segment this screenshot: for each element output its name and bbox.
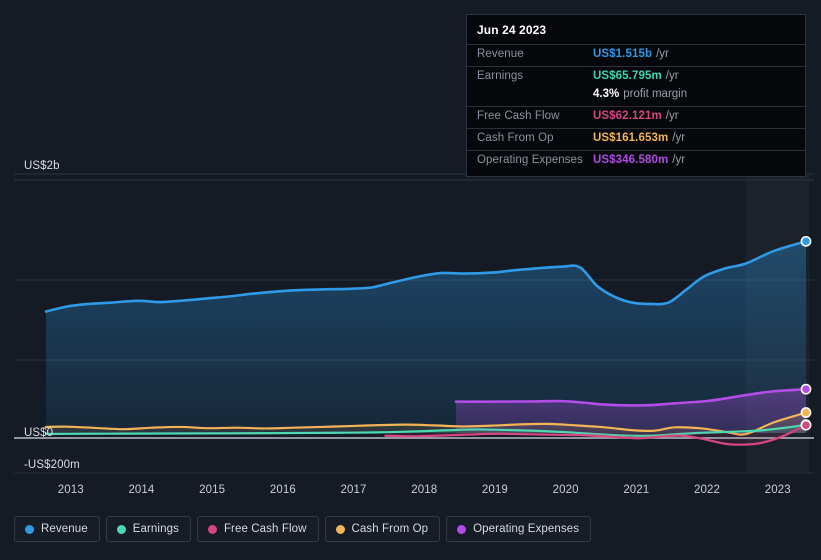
- financial-chart-page: US$2b US$0 -US$200m 2013 2014 2015 2016 2017…: [0, 0, 821, 560]
- tooltip-label-revenue: Revenue: [477, 48, 524, 60]
- x-axis-tick-2018: 2018: [411, 484, 438, 496]
- chart-legend: Revenue Earnings Free Cash Flow Cash From O…: [14, 516, 592, 542]
- legend-item-label: Earnings: [132, 523, 179, 535]
- x-axis-tick-2019: 2019: [481, 484, 508, 496]
- y-axis-label-bottom: -US$200m: [24, 459, 80, 471]
- tooltip-row-operating-expenses: Operating Expenses US$346.580m /yr: [467, 150, 805, 172]
- x-axis-tick-2020: 2020: [552, 484, 579, 496]
- tooltip-row-revenue: Revenue US$1.515b /yr: [467, 44, 805, 66]
- data-tooltip: Jun 24 2023 Revenue US$1.515b /yr Earnin…: [466, 14, 806, 177]
- legend-item-revenue[interactable]: Revenue: [14, 516, 100, 542]
- tooltip-row-cash-from-op: Cash From Op US$161.653m /yr: [467, 128, 805, 150]
- x-axis-tick-2014: 2014: [128, 484, 155, 496]
- series-endpoint-marker[interactable]: [800, 383, 812, 395]
- y-axis-label-top: US$2b: [24, 160, 60, 172]
- tooltip-row-free-cash-flow: Free Cash Flow US$62.121m /yr: [467, 106, 805, 128]
- tooltip-value-cash-from-op: US$161.653m: [593, 132, 669, 144]
- series-endpoint-marker[interactable]: [800, 407, 812, 418]
- legend-item-earnings[interactable]: Earnings: [105, 516, 191, 542]
- tooltip-value-free-cash-flow: US$62.121m: [593, 110, 662, 122]
- tooltip-value-operating-expenses: US$346.580m: [593, 154, 669, 166]
- tooltip-unit-free-cash-flow: /yr: [665, 110, 679, 122]
- tooltip-label-free-cash-flow: Free Cash Flow: [477, 110, 560, 122]
- x-axis-tick-2016: 2016: [269, 484, 296, 496]
- tooltip-label-earnings: Earnings: [477, 70, 524, 82]
- series-endpoint-marker[interactable]: [800, 235, 812, 247]
- legend-item-label: Revenue: [41, 523, 88, 535]
- tooltip-label-operating-expenses: Operating Expenses: [477, 154, 584, 166]
- legend-item-label: Operating Expenses: [473, 523, 580, 535]
- legend-color-swatch-icon: [116, 524, 126, 534]
- legend-color-swatch-icon: [207, 524, 217, 534]
- legend-item-free-cash-flow[interactable]: Free Cash Flow: [196, 516, 319, 542]
- tooltip-unit-operating-expenses: /yr: [672, 154, 686, 166]
- tooltip-label-profit-margin: profit margin: [623, 88, 688, 100]
- tooltip-value-profit-margin: 4.3%: [593, 88, 620, 100]
- legend-item-cash-from-op[interactable]: Cash From Op: [324, 516, 441, 542]
- legend-color-swatch-icon: [335, 524, 345, 534]
- legend-item-label: Cash From Op: [351, 523, 429, 535]
- legend-color-swatch-icon: [25, 524, 34, 534]
- legend-color-swatch-icon: [457, 524, 467, 534]
- legend-item-operating-expenses[interactable]: Operating Expenses: [446, 516, 592, 542]
- tooltip-unit-revenue: /yr: [656, 48, 669, 60]
- x-axis-tick-2022: 2022: [694, 484, 720, 496]
- tooltip-row-earnings: Earnings US$65.795m /yr: [467, 66, 805, 88]
- y-axis-label-zero: US$0: [24, 427, 54, 439]
- tooltip-row-profit-margin: 4.3% profit margin: [467, 88, 805, 106]
- x-axis-tick-2015: 2015: [199, 484, 226, 496]
- tooltip-unit-earnings: /yr: [665, 70, 679, 82]
- tooltip-unit-cash-from-op: /yr: [672, 132, 686, 144]
- x-axis-tick-2013: 2013: [57, 484, 84, 496]
- x-axis-tick-2021: 2021: [623, 484, 650, 496]
- tooltip-value-earnings: US$65.795m: [593, 70, 662, 82]
- series-endpoint-marker[interactable]: [800, 419, 812, 431]
- x-axis-tick-2023: 2023: [764, 484, 791, 496]
- tooltip-label-cash-from-op: Cash From Op: [477, 132, 554, 144]
- x-axis-tick-2017: 2017: [340, 484, 367, 496]
- tooltip-date: Jun 24 2023: [477, 23, 547, 37]
- legend-item-label: Free Cash Flow: [223, 523, 307, 535]
- tooltip-value-revenue: US$1.515b: [593, 48, 653, 60]
